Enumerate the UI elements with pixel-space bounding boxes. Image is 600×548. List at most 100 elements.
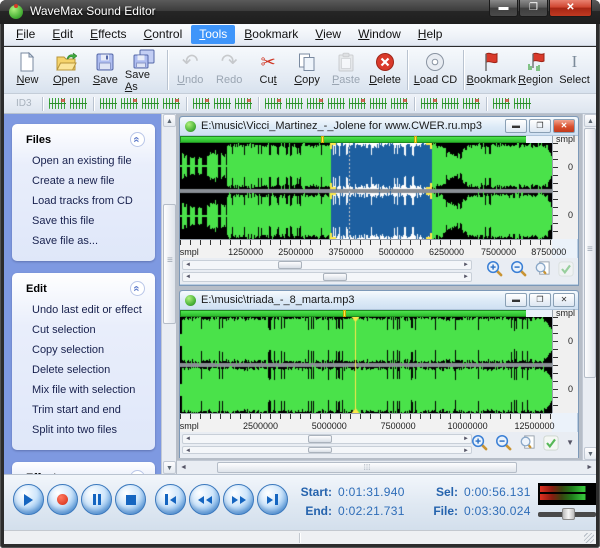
toolbar-save-button[interactable]: Save: [86, 49, 125, 92]
toolbar-region-button[interactable]: Region: [516, 49, 555, 92]
transport-stop-button[interactable]: [115, 484, 146, 515]
more-options-icon[interactable]: ▼: [566, 438, 574, 447]
zoom-selection-icon[interactable]: [534, 260, 551, 277]
effect-tool-icon[interactable]: [235, 98, 252, 109]
collapse-chevron-icon[interactable]: »: [130, 281, 145, 296]
collapse-chevron-icon[interactable]: »: [130, 132, 145, 147]
wave-window-2[interactable]: E:\music\triada_-_8_marta.mp3 ▬ ❐ ✕ smpl: [179, 290, 579, 458]
child-title-bar-1[interactable]: E:\music\Vicci_Martinez_-_Jolene for www…: [180, 117, 578, 136]
child-restore-button[interactable]: ❐: [529, 293, 551, 307]
title-bar[interactable]: WaveMax Sound Editor ▬ ❐ ✕: [0, 0, 600, 24]
maximize-button[interactable]: ❐: [519, 0, 548, 17]
h-scrollbar[interactable]: ◄►: [182, 260, 472, 270]
cursor-marker[interactable]: [343, 310, 346, 317]
sidebar-scrollbar[interactable]: ▲ ▼: [161, 114, 176, 474]
child-minimize-button[interactable]: ▬: [505, 119, 527, 133]
h-scrollbar[interactable]: ◄►: [182, 446, 472, 454]
scroll-up-icon[interactable]: ▲: [584, 114, 596, 127]
toolbar-load-cd-button[interactable]: Load CD: [411, 49, 459, 92]
effect-tool-icon[interactable]: [307, 98, 324, 109]
effect-tool-icon[interactable]: [163, 98, 180, 109]
effect-tool-icon[interactable]: [49, 98, 66, 109]
toolbar-new-button[interactable]: New: [8, 49, 47, 92]
position-bar[interactable]: [180, 310, 526, 317]
id3-button[interactable]: ID3: [10, 98, 38, 109]
task-link-undo-last-edit-or-effect[interactable]: Undo last edit or effect: [12, 300, 155, 320]
menu-view[interactable]: View: [307, 25, 349, 44]
selection-start-marker[interactable]: [321, 136, 324, 143]
selection-end-marker[interactable]: [414, 136, 417, 143]
transport-rewind-button[interactable]: [189, 484, 220, 515]
effect-tool-icon[interactable]: [286, 98, 303, 109]
transport-record-button[interactable]: [47, 484, 78, 515]
effect-tool-icon[interactable]: [193, 98, 210, 109]
child-close-button[interactable]: ✕: [553, 119, 575, 133]
close-button[interactable]: ✕: [549, 0, 592, 17]
effect-tool-icon[interactable]: [493, 98, 510, 109]
effect-tool-icon[interactable]: [70, 98, 87, 109]
workspace-vscrollbar[interactable]: ▲ ▼: [582, 114, 596, 460]
task-link-mix-file-with-selection[interactable]: Mix file with selection: [12, 380, 155, 400]
apply-check-icon[interactable]: [543, 435, 559, 451]
position-bar[interactable]: [180, 136, 526, 143]
transport-skip-start-button[interactable]: [155, 484, 186, 515]
scrollbar-thumb[interactable]: ⁞⁞⁞: [217, 462, 517, 473]
menu-bookmark[interactable]: Bookmark: [236, 25, 306, 44]
transport-fast-forward-button[interactable]: [223, 484, 254, 515]
h-scrollbar[interactable]: ◄►: [182, 434, 472, 444]
toolbar-save-as-button[interactable]: Save As: [125, 49, 164, 92]
waveform-view-1[interactable]: smpl 0 0: [180, 143, 552, 239]
h-scrollbar[interactable]: ◄►: [182, 272, 472, 282]
resize-grip[interactable]: [584, 533, 594, 543]
toolbar-bookmark-button[interactable]: Bookmark: [467, 49, 517, 92]
menu-effects[interactable]: Effects: [82, 25, 134, 44]
effect-tool-icon[interactable]: [514, 98, 531, 109]
menu-help[interactable]: Help: [410, 25, 451, 44]
task-link-open-an-existing-file[interactable]: Open an existing file: [12, 151, 155, 171]
scroll-up-icon[interactable]: ▲: [163, 114, 176, 127]
task-link-trim-start-and-end[interactable]: Trim start and end: [12, 400, 155, 420]
menu-file[interactable]: File: [8, 25, 43, 44]
waveform-view-2[interactable]: smpl 0 0: [180, 317, 552, 413]
effect-tool-icon[interactable]: [370, 98, 387, 109]
toolbar-select-button[interactable]: ISelect: [555, 49, 594, 92]
task-link-save-this-file[interactable]: Save this file: [12, 211, 155, 231]
effect-tool-icon[interactable]: [265, 98, 282, 109]
scrollbar-thumb[interactable]: [584, 128, 596, 378]
toolbar-copy-button[interactable]: Copy: [288, 49, 327, 92]
effect-tool-icon[interactable]: [142, 98, 159, 109]
effect-tool-icon[interactable]: [463, 98, 480, 109]
child-title-bar-2[interactable]: E:\music\triada_-_8_marta.mp3 ▬ ❐ ✕: [180, 291, 578, 310]
zoom-out-icon[interactable]: [510, 260, 527, 277]
menu-tools[interactable]: Tools: [191, 25, 235, 44]
toolbar-cut-button[interactable]: ✂Cut: [249, 49, 288, 92]
transport-pause-button[interactable]: [81, 484, 112, 515]
effect-tool-icon[interactable]: [121, 98, 138, 109]
zoom-selection-icon[interactable]: [519, 434, 536, 451]
workspace-hscrollbar[interactable]: ◄ ► ⁞⁞⁞: [177, 460, 596, 474]
effect-tool-icon[interactable]: [442, 98, 459, 109]
scrollbar-thumb[interactable]: [163, 204, 176, 324]
child-close-button[interactable]: ✕: [553, 293, 575, 307]
effect-tool-icon[interactable]: [349, 98, 366, 109]
task-link-split-into-two-files[interactable]: Split into two files: [12, 420, 155, 440]
child-restore-button[interactable]: ❐: [529, 119, 551, 133]
effect-tool-icon[interactable]: [100, 98, 117, 109]
task-link-delete-selection[interactable]: Delete selection: [12, 360, 155, 380]
effect-tool-icon[interactable]: [328, 98, 345, 109]
task-link-save-file-as[interactable]: Save file as...: [12, 231, 155, 251]
volume-slider[interactable]: [538, 508, 596, 520]
zoom-out-icon[interactable]: [495, 434, 512, 451]
scroll-down-icon[interactable]: ▼: [163, 461, 176, 474]
task-link-cut-selection[interactable]: Cut selection: [12, 320, 155, 340]
slider-thumb[interactable]: [562, 508, 575, 520]
minimize-button[interactable]: ▬: [489, 0, 518, 17]
effect-tool-icon[interactable]: [391, 98, 408, 109]
apply-check-icon[interactable]: [558, 261, 574, 277]
effect-tool-icon[interactable]: [214, 98, 231, 109]
task-link-create-a-new-file[interactable]: Create a new file: [12, 171, 155, 191]
child-minimize-button[interactable]: ▬: [505, 293, 527, 307]
transport-play-button[interactable]: [13, 484, 44, 515]
menu-edit[interactable]: Edit: [44, 25, 81, 44]
task-link-load-tracks-from-cd[interactable]: Load tracks from CD: [12, 191, 155, 211]
